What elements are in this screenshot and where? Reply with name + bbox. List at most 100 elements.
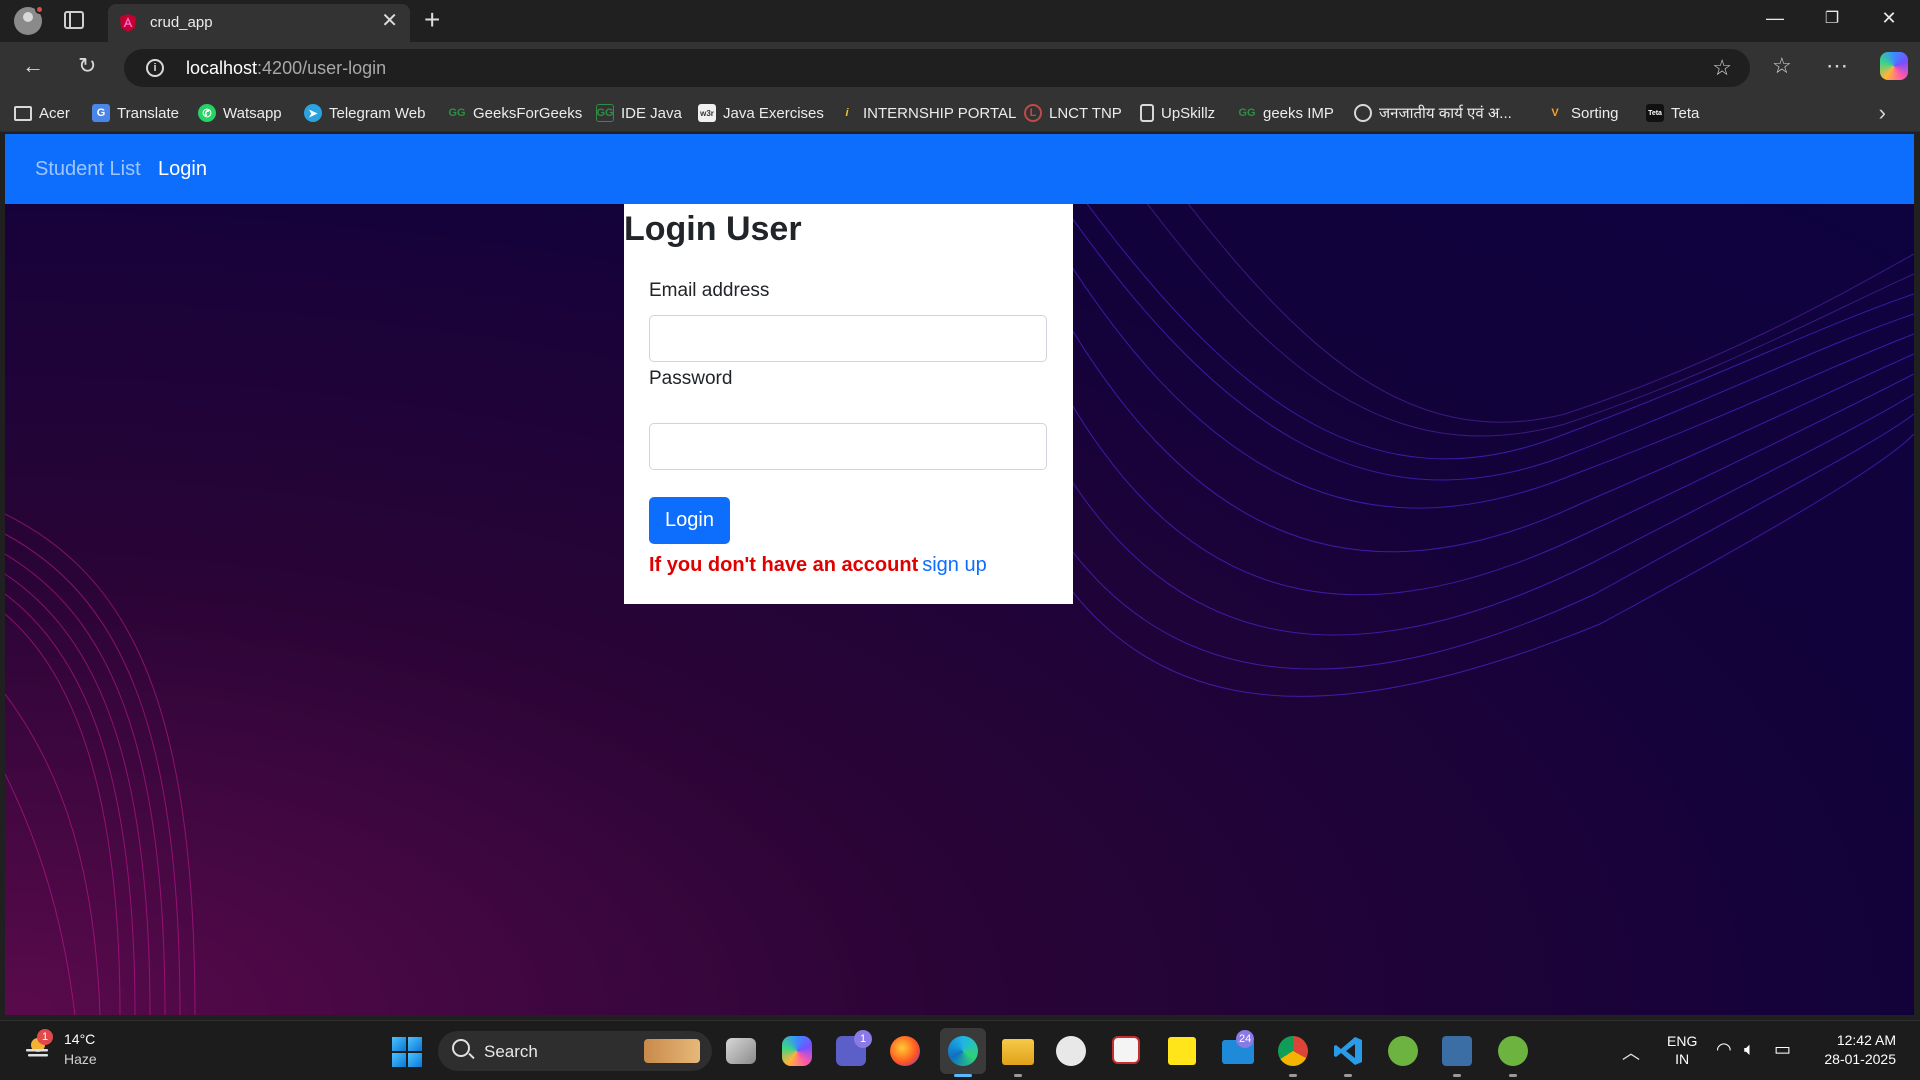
- page-icon: [1140, 104, 1154, 122]
- copilot-icon[interactable]: [1880, 52, 1908, 80]
- angular-favicon-icon: [120, 14, 136, 32]
- internship-icon: i: [845, 107, 849, 119]
- battery-icon[interactable]: ▭: [1774, 1039, 1791, 1060]
- minimize-icon[interactable]: —: [1752, 8, 1798, 29]
- bookmark-watsapp[interactable]: ✆ Watsapp: [198, 103, 282, 123]
- nav-link-login[interactable]: Login: [158, 158, 207, 181]
- email-label: Email address: [649, 280, 770, 301]
- media-app-icon[interactable]: [1056, 1036, 1086, 1066]
- volume-icon[interactable]: 🔈︎: [1744, 1039, 1755, 1060]
- app-navbar: Student List Login: [5, 134, 1914, 204]
- lnct-icon: L: [1024, 104, 1042, 122]
- nav-link-student-list[interactable]: Student List: [35, 158, 141, 181]
- folder-icon: [14, 105, 32, 121]
- weather-temperature[interactable]: 14°C: [64, 1031, 95, 1047]
- task-view-icon[interactable]: [726, 1038, 756, 1064]
- windows-taskbar: 1 14°C Haze Search 1 24 ︿ ENG IN ◠ 🔈︎ ▭ 1…: [0, 1020, 1920, 1080]
- bookmark-geeksforgeeks[interactable]: GG GeeksForGeeks: [448, 103, 582, 123]
- favorite-star-icon[interactable]: ☆: [1712, 55, 1732, 81]
- profile-notification-dot: [35, 5, 44, 14]
- tab-title: crud_app: [150, 14, 213, 31]
- new-tab-icon[interactable]: +: [424, 5, 440, 35]
- login-card: Login User Email address Password Login …: [624, 204, 1073, 604]
- file-explorer-icon[interactable]: [1002, 1039, 1034, 1065]
- gfg-ide-icon: GG: [596, 104, 614, 122]
- copilot-taskbar-icon[interactable]: [782, 1036, 812, 1066]
- bookmark-lnct-tnp[interactable]: L LNCT TNP: [1024, 103, 1122, 123]
- browser-titlebar: crud_app ✕ + — ❐ ✕: [0, 0, 1920, 42]
- edge-taskbar-active[interactable]: [940, 1028, 986, 1074]
- bookmark-acer[interactable]: Acer: [14, 103, 70, 123]
- teams-badge: 1: [854, 1030, 872, 1048]
- chrome-running-indicator: [1289, 1074, 1297, 1077]
- vscode-icon[interactable]: [1332, 1035, 1364, 1067]
- translate-icon: G: [92, 104, 110, 122]
- bookmark-geeks-imp[interactable]: GG geeks IMP: [1238, 103, 1333, 123]
- favorites-icon[interactable]: ☆: [1772, 54, 1792, 78]
- windows-start-icon[interactable]: [392, 1037, 422, 1067]
- bookmark-sorting[interactable]: V Sorting: [1546, 103, 1618, 123]
- spring-boot-icon[interactable]: [1498, 1036, 1528, 1066]
- spring-tool-icon[interactable]: [1388, 1036, 1418, 1066]
- bookmark-upskillz[interactable]: UpSkillz: [1140, 103, 1215, 123]
- password-label: Password: [649, 368, 733, 389]
- no-account-text: If you don't have an account: [649, 554, 919, 576]
- language-indicator[interactable]: ENG IN: [1667, 1032, 1697, 1068]
- bookmark-ide-java[interactable]: GG IDE Java: [596, 103, 682, 123]
- tray-chevron-up-icon[interactable]: ︿: [1622, 1039, 1640, 1065]
- bookmark-translate[interactable]: G Translate: [92, 103, 179, 123]
- profile-avatar-icon[interactable]: [14, 5, 44, 35]
- bookmark-janjatiya[interactable]: जनजातीय कार्य एवं अ...: [1354, 103, 1512, 123]
- snipping-tool-icon[interactable]: [1112, 1036, 1140, 1064]
- email-field[interactable]: [649, 315, 1047, 362]
- bookmark-internship-portal[interactable]: i INTERNSHIP PORTAL: [838, 103, 1016, 123]
- page-title: Login User: [624, 210, 802, 248]
- signup-link[interactable]: sign up: [922, 554, 987, 576]
- search-highlight-image: [644, 1039, 700, 1063]
- bookmark-telegram[interactable]: ➤ Telegram Web: [304, 103, 425, 123]
- bookmark-java-exercises[interactable]: w3r Java Exercises: [698, 103, 824, 123]
- restore-icon[interactable]: ❐: [1809, 8, 1855, 28]
- address-bar[interactable]: i localhost:4200/user-login ☆: [124, 49, 1750, 87]
- emblem-icon: [1354, 104, 1372, 122]
- bookmark-teta[interactable]: Teta Teta: [1646, 103, 1699, 123]
- taskbar-search[interactable]: Search: [438, 1031, 712, 1071]
- url-text[interactable]: localhost:4200/user-login: [186, 58, 386, 79]
- back-arrow-icon[interactable]: ←: [22, 54, 44, 78]
- tab-close-icon[interactable]: ✕: [381, 11, 398, 31]
- browser-toolbar: ← ↻ i localhost:4200/user-login ☆ ☆ ⋯: [0, 42, 1920, 94]
- wifi-icon[interactable]: ◠: [1716, 1039, 1732, 1060]
- tab-actions-icon[interactable]: [64, 11, 84, 29]
- spring-running-indicator: [1509, 1074, 1517, 1077]
- firefox-icon[interactable]: [890, 1036, 920, 1066]
- search-icon: [452, 1039, 470, 1057]
- page-viewport: Student List Login Login User Email addr…: [5, 134, 1914, 1015]
- bookmarks-bar: Acer G Translate ✆ Watsapp ➤ Telegram Web G…: [0, 94, 1920, 132]
- gfg-icon: GG: [1238, 107, 1256, 119]
- close-window-icon[interactable]: ✕: [1866, 8, 1912, 29]
- whatsapp-icon: ✆: [198, 104, 216, 122]
- site-info-icon[interactable]: i: [146, 59, 164, 77]
- sorting-icon: V: [1551, 107, 1559, 119]
- w3r-icon: w3r: [698, 104, 716, 122]
- search-label: Search: [484, 1042, 538, 1061]
- password-field[interactable]: [649, 423, 1047, 470]
- edge-icon: [948, 1036, 978, 1066]
- reload-icon[interactable]: ↻: [78, 54, 96, 78]
- vscode-running-indicator: [1344, 1074, 1352, 1077]
- more-menu-icon[interactable]: ⋯: [1826, 54, 1848, 78]
- chrome-icon[interactable]: [1278, 1036, 1308, 1066]
- sticky-notes-icon[interactable]: [1168, 1037, 1196, 1065]
- database-running-indicator: [1453, 1074, 1461, 1077]
- browser-tab-active[interactable]: crud_app ✕: [108, 4, 410, 42]
- no-account-message: If you don't have an account sign up: [649, 554, 987, 577]
- bookmarks-overflow-chevron-icon[interactable]: ›: [1879, 100, 1886, 126]
- edge-active-indicator: [954, 1074, 972, 1077]
- explorer-running-indicator: [1014, 1074, 1022, 1077]
- weather-description[interactable]: Haze: [64, 1051, 97, 1067]
- system-clock[interactable]: 12:42 AM 28-01-2025: [1824, 1031, 1896, 1069]
- telegram-icon: ➤: [304, 104, 322, 122]
- gfg-icon: GG: [448, 107, 466, 119]
- login-button[interactable]: Login: [649, 497, 730, 544]
- database-tool-icon[interactable]: [1442, 1036, 1472, 1066]
